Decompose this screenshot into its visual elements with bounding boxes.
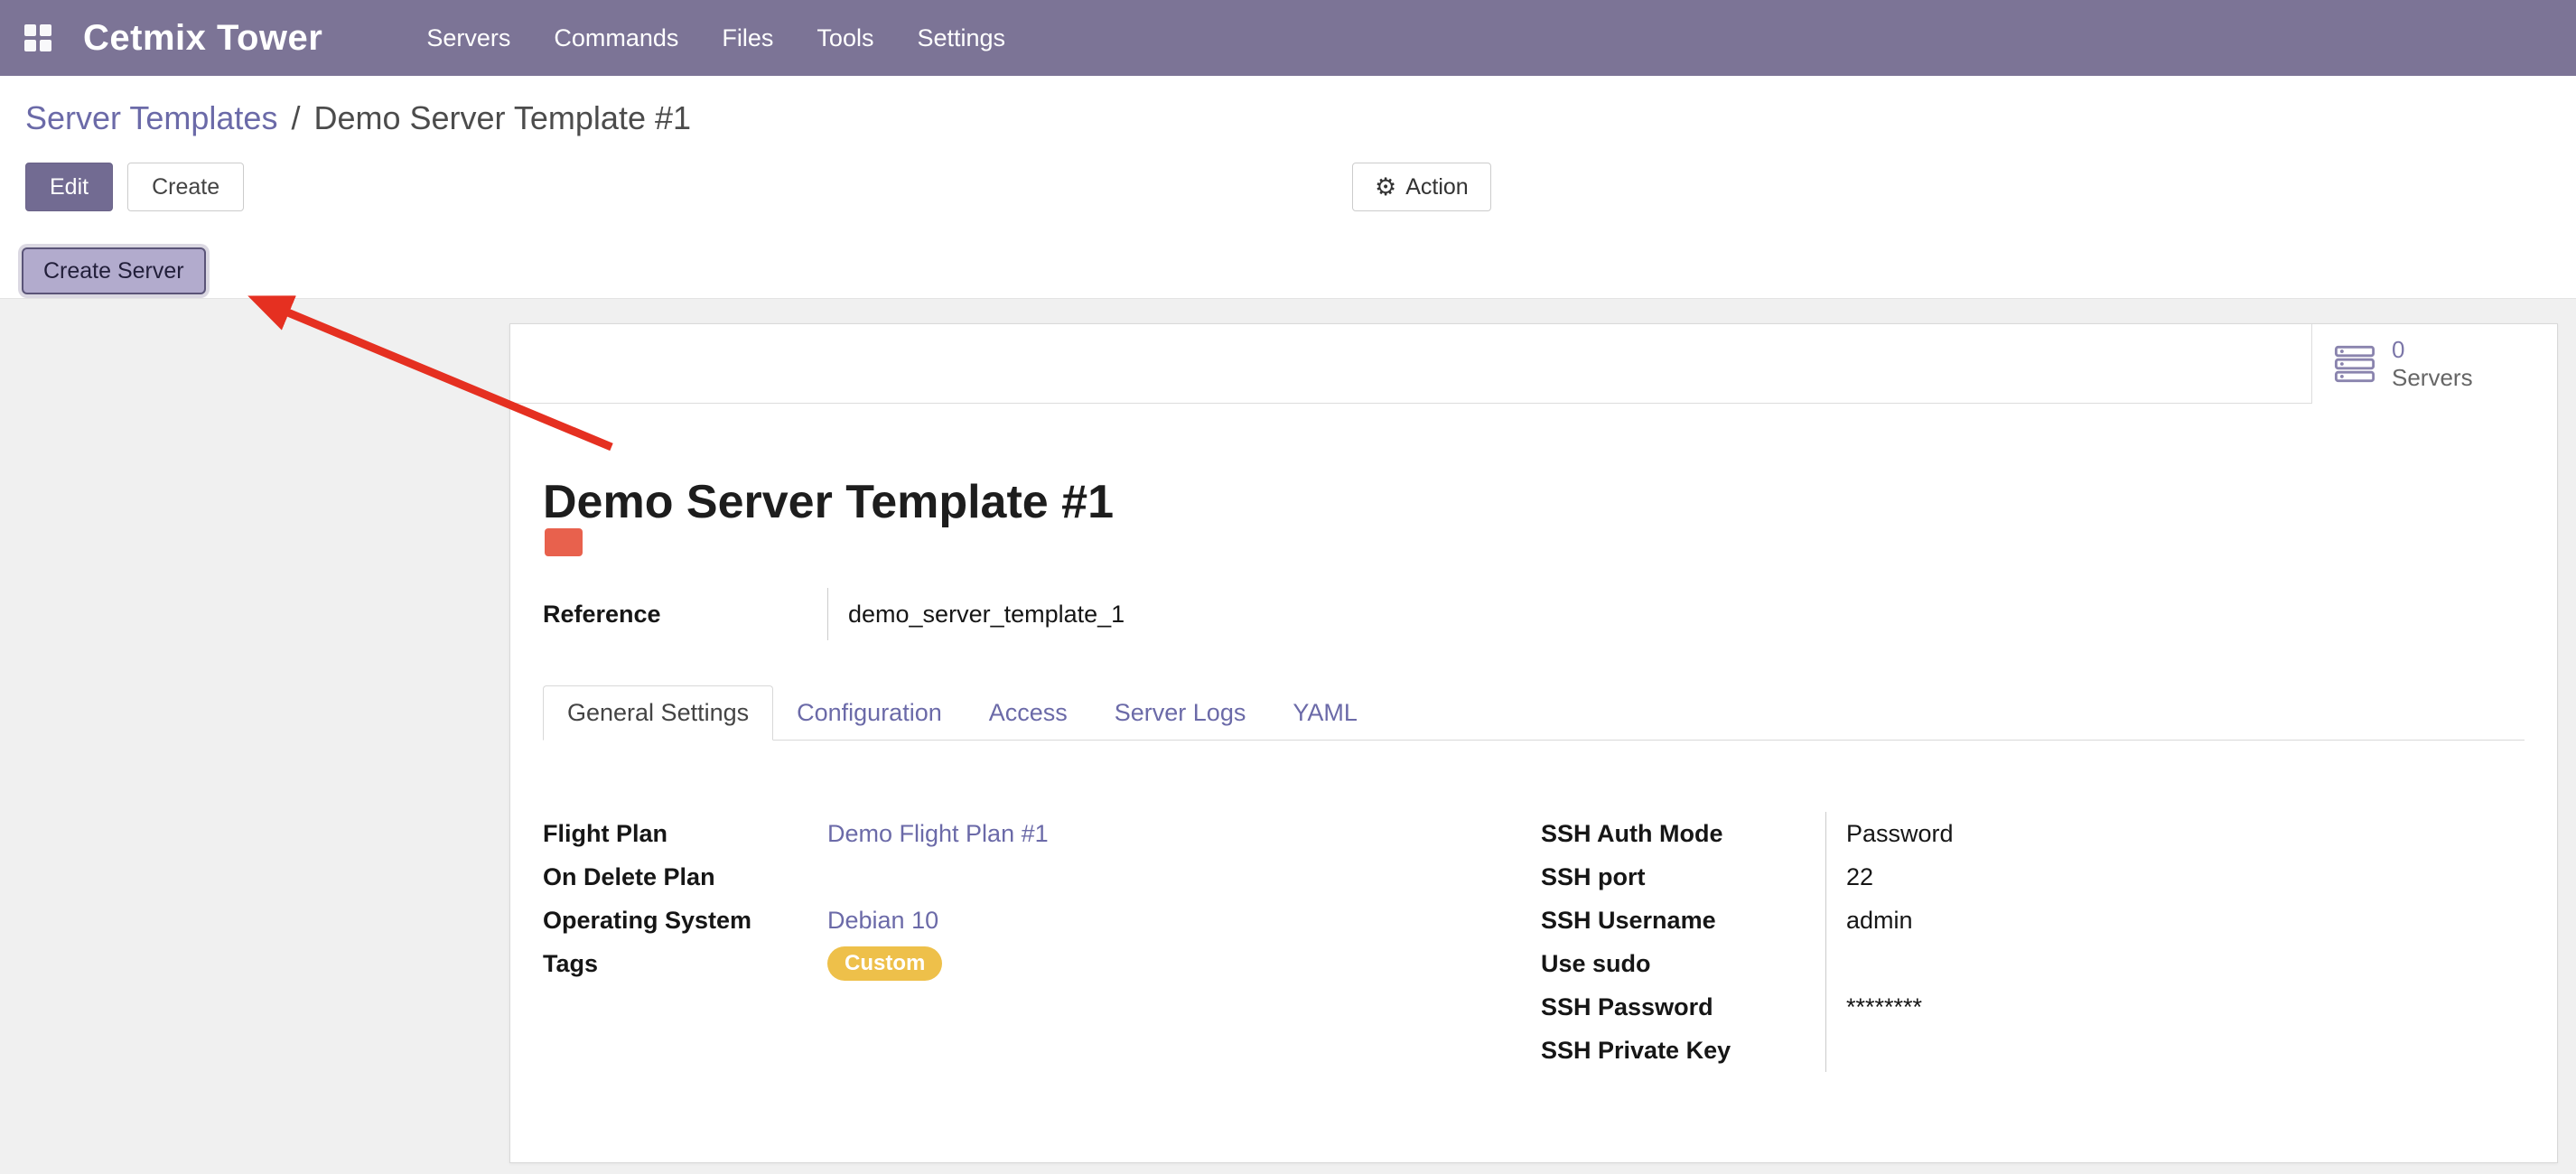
ssh-auth-mode-value: Password	[1825, 812, 2525, 855]
field-row-tags: Tags Custom	[543, 942, 1541, 985]
record-title: Demo Server Template #1	[543, 475, 1114, 529]
action-dropdown-label: Action	[1405, 173, 1468, 200]
color-swatch	[545, 528, 583, 556]
field-row-ssh-username: SSH Username admin	[1541, 899, 2525, 942]
field-row-ssh-private-key: SSH Private Key	[1541, 1029, 2525, 1072]
field-row-ssh-port: SSH port 22	[1541, 855, 2525, 899]
server-stack-icon	[2334, 345, 2375, 383]
field-group-right: SSH Auth Mode Password SSH port 22 SSH U…	[1541, 812, 2525, 1072]
field-row-use-sudo: Use sudo	[1541, 942, 2525, 985]
menu-item-settings[interactable]: Settings	[900, 14, 1022, 63]
use-sudo-label: Use sudo	[1541, 942, 1825, 985]
top-navbar: Cetmix Tower Servers Commands Files Tool…	[0, 0, 2576, 76]
menu-item-commands[interactable]: Commands	[537, 14, 695, 63]
flight-plan-link[interactable]: Demo Flight Plan #1	[827, 820, 1049, 848]
ssh-password-value: ********	[1825, 985, 2525, 1029]
menu-item-servers[interactable]: Servers	[409, 14, 527, 63]
main-menu: Servers Commands Files Tools Settings	[409, 14, 1022, 63]
create-server-button[interactable]: Create Server	[22, 247, 206, 294]
reference-label: Reference	[543, 588, 827, 640]
create-server-bar: Create Server	[0, 242, 2576, 299]
servers-count: 0	[2392, 336, 2473, 364]
tab-access[interactable]: Access	[966, 686, 1091, 740]
tab-general-settings[interactable]: General Settings	[543, 685, 773, 741]
apps-grid-icon[interactable]	[23, 23, 52, 52]
ssh-private-key-value	[1825, 1029, 2525, 1072]
tab-configuration[interactable]: Configuration	[773, 686, 966, 740]
ssh-private-key-label: SSH Private Key	[1541, 1029, 1825, 1072]
field-group-left: Flight Plan Demo Flight Plan #1 On Delet…	[543, 812, 1541, 1072]
servers-stat-button[interactable]: 0 Servers	[2311, 324, 2557, 404]
breadcrumb: Server Templates / Demo Server Template …	[25, 99, 691, 137]
breadcrumb-parent-link[interactable]: Server Templates	[25, 99, 277, 137]
on-delete-plan-value	[827, 855, 1541, 899]
use-sudo-value	[1825, 942, 2525, 985]
field-row-flight-plan: Flight Plan Demo Flight Plan #1	[543, 812, 1541, 855]
operating-system-link[interactable]: Debian 10	[827, 907, 938, 935]
tag-badge: Custom	[827, 946, 942, 981]
stat-button-box	[510, 324, 2557, 404]
breadcrumb-separator: /	[291, 99, 300, 137]
action-dropdown-button[interactable]: ⚙ Action	[1352, 163, 1491, 211]
field-row-on-delete-plan: On Delete Plan	[543, 855, 1541, 899]
edit-button[interactable]: Edit	[25, 163, 113, 211]
ssh-username-value: admin	[1825, 899, 2525, 942]
create-button[interactable]: Create	[127, 163, 244, 211]
tab-yaml[interactable]: YAML	[1269, 686, 1381, 740]
on-delete-plan-label: On Delete Plan	[543, 855, 827, 899]
ssh-password-label: SSH Password	[1541, 985, 1825, 1029]
field-row-ssh-auth-mode: SSH Auth Mode Password	[1541, 812, 2525, 855]
stat-text: 0 Servers	[2392, 336, 2473, 392]
servers-stat-label: Servers	[2392, 364, 2473, 392]
tab-server-logs[interactable]: Server Logs	[1091, 686, 1270, 740]
menu-item-files[interactable]: Files	[705, 14, 790, 63]
reference-field-row: Reference demo_server_template_1	[543, 588, 1125, 640]
reference-value: demo_server_template_1	[827, 588, 1125, 640]
gear-icon: ⚙	[1375, 175, 1396, 200]
notebook-tabs: General Settings Configuration Access Se…	[543, 687, 2525, 741]
ssh-username-label: SSH Username	[1541, 899, 1825, 942]
tags-label: Tags	[543, 942, 827, 985]
ssh-port-label: SSH port	[1541, 855, 1825, 899]
menu-item-tools[interactable]: Tools	[799, 14, 891, 63]
app-brand[interactable]: Cetmix Tower	[83, 18, 322, 59]
ssh-auth-mode-label: SSH Auth Mode	[1541, 812, 1825, 855]
flight-plan-label: Flight Plan	[543, 812, 827, 855]
breadcrumb-current: Demo Server Template #1	[313, 99, 691, 137]
field-row-ssh-password: SSH Password ********	[1541, 985, 2525, 1029]
field-row-operating-system: Operating System Debian 10	[543, 899, 1541, 942]
form-buttons: Edit Create	[25, 163, 244, 211]
field-groups: Flight Plan Demo Flight Plan #1 On Delet…	[543, 812, 2525, 1072]
operating-system-label: Operating System	[543, 899, 827, 942]
form-sheet: 0 Servers Demo Server Template #1 Refere…	[509, 323, 2558, 1163]
ssh-port-value: 22	[1825, 855, 2525, 899]
